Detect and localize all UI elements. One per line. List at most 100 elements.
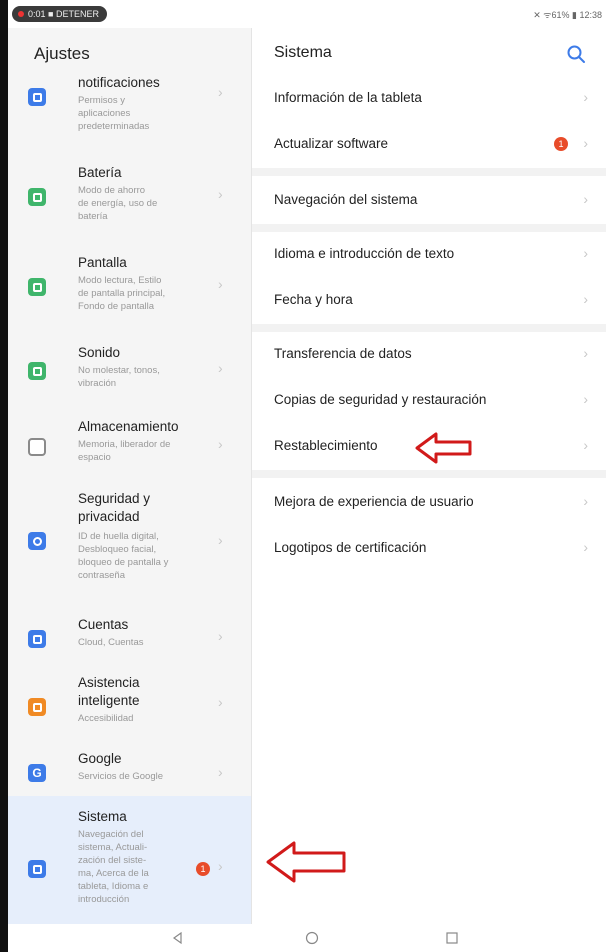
sidebar-item-subtitle: No molestar, tonos, vibración: [78, 365, 160, 389]
sidebar-item-subtitle: Servicios de Google: [78, 771, 164, 782]
system-item-label: Información de la tableta: [274, 90, 422, 105]
system-item-label: Copias de seguridad y restauración: [274, 392, 487, 407]
battery-icon: [28, 188, 46, 206]
left-edge-bar: [0, 0, 8, 952]
system-item-language-input[interactable]: Idioma e introducción de texto ›: [252, 232, 606, 278]
sidebar-item-subtitle: Modo lectura, Estilo de pantalla principa…: [78, 275, 166, 312]
settings-sidebar: Ajustes notificaciones Permisos y aplicac…: [8, 28, 252, 924]
chevron-right-icon: ›: [218, 360, 223, 376]
status-bar: 0:01 ■ DETENER ✕ ᯤ61% ▮ 12:38: [8, 0, 606, 28]
system-item-label: Transferencia de datos: [274, 346, 412, 361]
sidebar-item-subtitle: Modo de ahorro de energía, uso de batería: [78, 185, 158, 222]
sidebar-item-system[interactable]: Sistema Navegación del sistema, Actuali-z…: [8, 796, 251, 924]
recents-icon[interactable]: [444, 930, 460, 946]
storage-icon: [28, 438, 46, 456]
sidebar-item-title: Pantalla: [78, 255, 127, 270]
section-divider: [252, 470, 606, 478]
sidebar-item-sound[interactable]: Sonido No molestar, tonos, vibración ›: [8, 332, 251, 408]
annotation-arrow-left-icon: [415, 432, 472, 464]
section-divider: [252, 324, 606, 332]
annotation-arrow-left-icon: [266, 841, 346, 883]
system-item-label: Fecha y hora: [274, 292, 353, 307]
notifications-icon: [28, 88, 46, 106]
record-dot-icon: [18, 11, 24, 17]
chevron-right-icon: ›: [218, 764, 223, 780]
update-badge: 1: [196, 862, 210, 876]
system-item-label: Idioma e introducción de texto: [274, 246, 455, 261]
section-divider: [252, 168, 606, 176]
system-item-label: Navegación del sistema: [274, 192, 418, 207]
system-item-label: Logotipos de certificación: [274, 540, 427, 555]
update-badge: 1: [554, 137, 568, 151]
chevron-right-icon: ›: [583, 89, 588, 105]
system-item-date-time[interactable]: Fecha y hora ›: [252, 278, 606, 324]
system-item-software-update[interactable]: Actualizar software 1 ›: [252, 122, 606, 168]
sidebar-item-battery[interactable]: Batería Modo de ahorro de energía, uso de…: [8, 154, 251, 236]
sidebar-item-subtitle: Cloud, Cuentas: [78, 637, 144, 648]
sidebar-item-title: Batería: [78, 165, 122, 180]
settings-title: Ajustes: [34, 44, 90, 63]
back-icon[interactable]: [170, 930, 186, 946]
system-item-label: Restablecimiento: [274, 438, 378, 453]
security-icon: [28, 532, 46, 550]
search-icon[interactable]: [566, 44, 586, 64]
google-icon: G: [28, 764, 46, 782]
sidebar-item-title: Google: [78, 751, 122, 766]
system-item-label: Mejora de experiencia de usuario: [274, 494, 474, 509]
chevron-right-icon: ›: [583, 135, 588, 151]
sidebar-item-smart-assistance[interactable]: Asistencia inteligente Accesibilidad ›: [8, 666, 251, 742]
system-detail-pane: Sistema Información de la tableta › Actu…: [252, 28, 606, 924]
navigation-bar: [8, 924, 606, 952]
sidebar-item-security[interactable]: Seguridad y privacidad ID de huella digi…: [8, 482, 251, 606]
assistance-icon: [28, 698, 46, 716]
chevron-right-icon: ›: [583, 539, 588, 555]
recording-text: 0:01 ■ DETENER: [28, 9, 99, 19]
display-icon: [28, 278, 46, 296]
section-divider: [252, 224, 606, 232]
chevron-right-icon: ›: [583, 437, 588, 453]
chevron-right-icon: ›: [218, 628, 223, 644]
system-item-user-experience[interactable]: Mejora de experiencia de usuario ›: [252, 480, 606, 526]
sidebar-item-title: Almacenamiento: [78, 419, 179, 434]
sidebar-item-subtitle: Navegación del sistema, Actuali-zación de…: [78, 829, 149, 905]
status-icons: ✕ ᯤ61% ▮ 12:38: [533, 10, 602, 20]
system-item-navigation[interactable]: Navegación del sistema ›: [252, 178, 606, 224]
system-item-certification-logos[interactable]: Logotipos de certificación ›: [252, 526, 606, 572]
chevron-right-icon: ›: [583, 245, 588, 261]
recording-indicator[interactable]: 0:01 ■ DETENER: [12, 6, 107, 22]
page-title: Sistema: [274, 44, 332, 61]
system-item-label: Actualizar software: [274, 136, 389, 151]
chevron-right-icon: ›: [218, 276, 223, 292]
sidebar-item-notifications[interactable]: notificaciones Permisos y aplicaciones pre…: [8, 74, 251, 154]
chevron-right-icon: ›: [218, 186, 223, 202]
system-item-backup-restore[interactable]: Copias de seguridad y restauración ›: [252, 378, 606, 424]
chevron-right-icon: ›: [583, 493, 588, 509]
sidebar-item-subtitle: ID de huella digital, Desbloqueo facial, b…: [78, 531, 169, 581]
home-icon[interactable]: [304, 930, 320, 946]
chevron-right-icon: ›: [583, 345, 588, 361]
accounts-icon: [28, 630, 46, 648]
chevron-right-icon: ›: [583, 291, 588, 307]
chevron-right-icon: ›: [218, 858, 223, 874]
sidebar-item-display[interactable]: Pantalla Modo lectura, Estilo de pantalla…: [8, 236, 251, 332]
sidebar-item-title: Cuentas: [78, 617, 129, 632]
sidebar-item-google[interactable]: G Google Servicios de Google ›: [8, 742, 251, 796]
system-item-data-transfer[interactable]: Transferencia de datos ›: [252, 332, 606, 378]
sidebar-item-storage[interactable]: Almacenamiento Memoria, liberador de espa…: [8, 408, 251, 482]
sidebar-item-accounts[interactable]: Cuentas Cloud, Cuentas ›: [8, 606, 251, 666]
sidebar-item-subtitle: Accesibilidad: [78, 713, 134, 724]
sidebar-item-title: Sonido: [78, 345, 121, 360]
sidebar-item-subtitle: Memoria, liberador de espacio: [78, 439, 171, 463]
chevron-right-icon: ›: [218, 532, 223, 548]
sidebar-item-title: Asistencia inteligente: [78, 675, 140, 708]
chevron-right-icon: ›: [218, 694, 223, 710]
system-icon: [28, 860, 46, 878]
chevron-right-icon: ›: [583, 191, 588, 207]
sound-icon: [28, 362, 46, 380]
sidebar-item-title: Sistema: [78, 809, 127, 824]
sidebar-item-title: Seguridad y privacidad: [78, 491, 151, 524]
chevron-right-icon: ›: [583, 391, 588, 407]
sidebar-item-title: notificaciones: [78, 75, 160, 90]
chevron-right-icon: ›: [218, 436, 223, 452]
system-item-tablet-info[interactable]: Información de la tableta ›: [252, 76, 606, 122]
